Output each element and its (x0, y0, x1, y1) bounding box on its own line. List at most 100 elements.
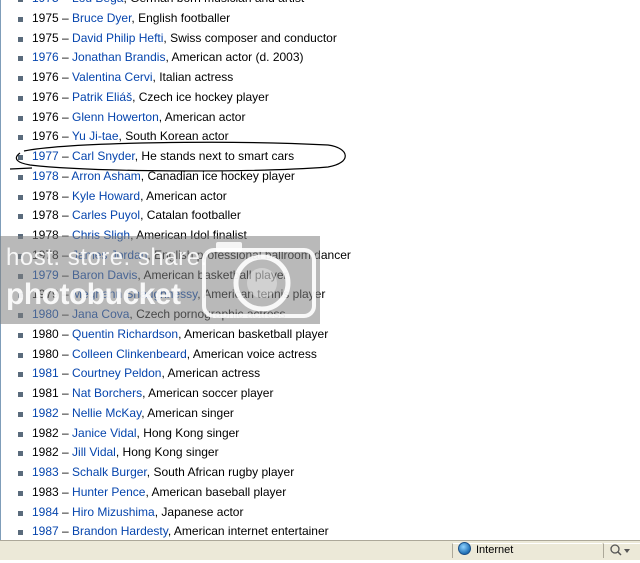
list-item: 1987 – Brandon Hardesty, American intern… (0, 522, 640, 540)
person-description: American actress (167, 366, 261, 381)
person-link[interactable]: Schalk Burger (72, 465, 147, 479)
person-link[interactable]: Carles Puyol (72, 208, 140, 222)
separator: – (58, 149, 73, 163)
person-description: Czech ice hockey player (138, 89, 269, 104)
comma: , (132, 89, 139, 104)
person-description: American singer (147, 405, 234, 420)
person-link[interactable]: Valentina Cervi (72, 70, 152, 84)
list-item: 1978 – Carles Puyol, Catalan footballer (0, 206, 640, 226)
bullet-icon (18, 174, 23, 180)
bullet-icon (18, 95, 23, 101)
bullet-icon (18, 56, 23, 62)
separator: – (58, 188, 73, 203)
person-link[interactable]: Jonathan Brandis (72, 50, 165, 64)
person-link[interactable]: Courtney Peldon (72, 366, 161, 380)
year-text: 1982 (32, 425, 59, 440)
year-text: 1980 (32, 326, 59, 341)
list-item: 1982 – Jill Vidal, Hong Kong singer (0, 443, 640, 463)
separator: – (58, 425, 73, 440)
separator: – (58, 326, 73, 341)
person-link[interactable]: Patrik Eliáš (72, 90, 132, 104)
year-link[interactable]: 1977 (32, 149, 59, 163)
list-item: 1976 – Valentina Cervi, Italian actress (0, 68, 640, 88)
person-link[interactable]: Bruce Dyer (72, 11, 131, 25)
bullet-icon (18, 352, 23, 358)
list-item: 1976 – Yu Ji-tae, South Korean actor (0, 127, 640, 147)
person-link[interactable]: Quentin Richardson (72, 327, 178, 341)
zoom-control[interactable] (609, 543, 639, 559)
year-link[interactable]: 1983 (32, 465, 59, 479)
person-link[interactable]: Nellie McKay (72, 406, 141, 420)
year-link[interactable]: 1975 (32, 0, 59, 5)
list-item: 1982 – Nellie McKay, American singer (0, 404, 640, 424)
person-link[interactable]: Carl Snyder (72, 149, 135, 163)
year-text: 1975 (32, 30, 59, 45)
person-link[interactable]: David Philip Hefti (72, 31, 163, 45)
bullet-icon (18, 411, 23, 417)
person-description: Japanese actor (161, 504, 244, 519)
bullet-icon (18, 431, 23, 437)
list-item: 1984 – Hiro Mizushima, Japanese actor (0, 503, 640, 523)
year-link[interactable]: 1976 (32, 50, 59, 64)
watermark-tagline: host. store. share. (6, 244, 208, 271)
separator: – (58, 484, 73, 499)
person-link[interactable]: Colleen Clinkenbeard (72, 347, 187, 361)
list-item: 1976 – Patrik Eliáš, Czech ice hockey pl… (0, 88, 640, 108)
year-link[interactable]: 1982 (32, 406, 59, 420)
person-description: American actor (146, 188, 227, 203)
person-description: Hong Kong singer (143, 425, 240, 440)
year-link[interactable]: 1981 (32, 366, 59, 380)
separator: – (58, 366, 73, 381)
separator: – (58, 109, 73, 124)
person-link[interactable]: Jill Vidal (72, 445, 116, 459)
bullet-icon (18, 332, 23, 338)
bullet-icon (18, 372, 23, 378)
person-link[interactable]: Arron Asham (71, 169, 140, 183)
person-description: American internet entertainer (173, 524, 329, 539)
list-item: 1981 – Courtney Peldon, American actress (0, 364, 640, 384)
photobucket-watermark: host. store. share. photobucket (0, 236, 320, 324)
list-item: 1981 – Nat Borchers, American soccer pla… (0, 384, 640, 404)
person-link[interactable]: Hiro Mizushima (72, 505, 155, 519)
year-link[interactable]: 1987 (32, 524, 59, 538)
year-link[interactable]: 1978 (32, 169, 59, 183)
bullet-icon (18, 115, 23, 121)
person-description: South Korean actor (125, 129, 229, 144)
year-link[interactable]: 1984 (32, 505, 59, 519)
person-description: Hong Kong singer (122, 445, 219, 460)
list-item: 1976 – Jonathan Brandis, American actor … (0, 48, 640, 68)
separator: – (58, 465, 73, 479)
person-link[interactable]: Lou Bega (72, 0, 123, 5)
person-description: American baseball player (151, 484, 287, 499)
separator: – (58, 50, 73, 65)
person-description: English footballer (138, 10, 231, 25)
separator: – (58, 346, 73, 361)
status-bar: Internet (0, 540, 640, 560)
security-zone[interactable]: Internet (458, 542, 513, 559)
person-link[interactable]: Glenn Howerton (72, 110, 159, 124)
list-item: 1977 – Carl Snyder, He stands next to sm… (0, 147, 640, 167)
person-description: Swiss composer and conductor (170, 30, 337, 45)
person-link[interactable]: Brandon Hardesty (72, 524, 168, 538)
year-text: 1976 (32, 89, 59, 104)
person-link[interactable]: Nat Borchers (72, 386, 142, 400)
bullet-icon (18, 16, 23, 22)
list-item: 1978 – Kyle Howard, American actor (0, 187, 640, 207)
list-item: 1975 – Lou Bega, German born musician an… (0, 0, 640, 9)
person-description: American actor (d. 2003) (171, 50, 304, 65)
person-description: Canadian ice hockey player (147, 168, 295, 183)
list-item: 1978 – Arron Asham, Canadian ice hockey … (0, 167, 640, 187)
year-text: 1983 (32, 484, 59, 499)
camera-icon (202, 242, 316, 318)
person-description: Catalan footballer (146, 208, 241, 223)
watermark-brand: photobucket (6, 278, 181, 311)
year-text: 1978 (32, 208, 59, 223)
person-link[interactable]: Janice Vidal (72, 426, 137, 440)
year-text: 1976 (32, 129, 59, 144)
list-item: 1975 – David Philip Hefti, Swiss compose… (0, 29, 640, 49)
person-link[interactable]: Yu Ji-tae (72, 129, 119, 143)
person-link[interactable]: Hunter Pence (72, 485, 145, 499)
list-item: 1980 – Quentin Richardson, American bask… (0, 325, 640, 345)
person-link[interactable]: Kyle Howard (72, 189, 140, 203)
separator: – (58, 524, 73, 539)
